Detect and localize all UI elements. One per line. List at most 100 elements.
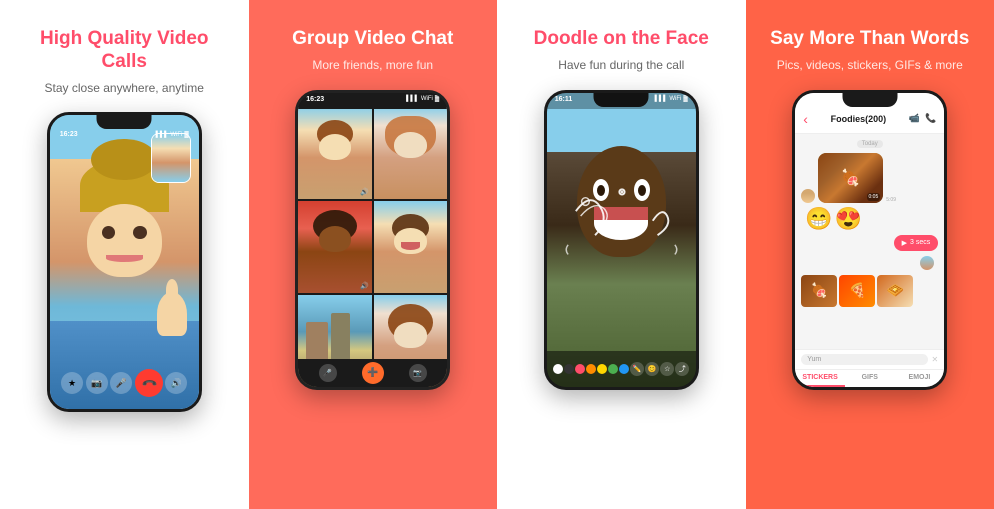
voice-call-icon[interactable]: 📞 bbox=[925, 113, 936, 124]
face-1 bbox=[319, 134, 351, 160]
right-eye bbox=[133, 226, 146, 239]
phone-mockup-2: 16:23 ▌▌▌ WiFi ▓ 🔊 bbox=[295, 90, 450, 390]
sticker-food-1[interactable]: 🍖 bbox=[801, 275, 837, 307]
color-blue[interactable] bbox=[619, 364, 629, 374]
phone-mockup-3: 16:11 ▌▌▌ WiFi ▓ bbox=[544, 90, 699, 390]
group-mic-button[interactable]: 🎤 bbox=[319, 364, 337, 382]
group-cell-4 bbox=[374, 201, 448, 293]
status-time-3: 16:11 bbox=[555, 96, 573, 106]
left-eye bbox=[102, 226, 115, 239]
camera-icon: 📷 bbox=[91, 378, 102, 389]
sticker-food-icon-2: 🍕 bbox=[849, 282, 866, 299]
doodle-tool-eraser[interactable]: ✏️ bbox=[630, 362, 644, 376]
sticker-preview-row: 🍖 🍕 🧇 bbox=[801, 275, 938, 307]
group-cell-1: 🔊 bbox=[298, 107, 372, 199]
panel-messaging: Say More Than Words Pics, videos, sticke… bbox=[746, 0, 994, 509]
group-camera-button[interactable]: 📷 bbox=[409, 364, 427, 382]
face-4 bbox=[394, 228, 426, 254]
phone-mockup-1: 16:23 ▌▌▌ WiFi ▓ ★ 📷 🎤 bbox=[47, 112, 202, 412]
camera-button[interactable]: 📷 bbox=[86, 372, 108, 394]
msg-time-1: 5:09 bbox=[886, 197, 896, 203]
sender-avatar bbox=[801, 189, 815, 203]
back-button[interactable]: ‹ bbox=[803, 111, 808, 127]
status-icons-1: ▌▌▌ WiFi ▓ bbox=[156, 131, 189, 138]
tab-emoji[interactable]: EMOJI bbox=[895, 370, 945, 387]
phone-screen-4: ‹ Foodies(200) 📹 📞 Today bbox=[795, 93, 944, 387]
emoji-messages: 😁 😍 bbox=[801, 208, 938, 230]
tab-stickers[interactable]: STICKERS bbox=[795, 370, 845, 387]
group-video-grid: 🔊 🔊 bbox=[298, 93, 447, 387]
video-call-screen: 16:23 ▌▌▌ WiFi ▓ ★ 📷 🎤 bbox=[50, 115, 199, 409]
small-video-pip bbox=[151, 133, 191, 183]
status-bar-3: 16:11 ▌▌▌ WiFi ▓ bbox=[547, 93, 696, 109]
panel-doodle: Doodle on the Face Have fun during the c… bbox=[497, 0, 746, 509]
tab-gifs[interactable]: GIFS bbox=[845, 370, 895, 387]
group-mic-icon: 🎤 bbox=[323, 369, 332, 377]
chat-tabs: STICKERS GIFS EMOJI bbox=[795, 369, 944, 387]
wifi-icon: WiFi bbox=[170, 132, 182, 138]
doodle-tool-share[interactable]: ⤴ bbox=[675, 362, 689, 376]
person-3 bbox=[298, 201, 372, 293]
panel-3-title: Doodle on the Face bbox=[534, 28, 709, 51]
color-orange[interactable] bbox=[586, 364, 596, 374]
image-message-1[interactable]: 🍖 0:05 bbox=[818, 153, 883, 203]
panel-video-calls: High Quality Video Calls Stay close anyw… bbox=[0, 0, 249, 509]
volume-indicator-1: 🔊 bbox=[360, 188, 369, 196]
emoji-grinning: 😁 bbox=[805, 208, 832, 230]
color-black[interactable] bbox=[564, 364, 574, 374]
face-2 bbox=[394, 132, 426, 158]
video-call-icon[interactable]: 📹 bbox=[909, 113, 920, 124]
color-yellow[interactable] bbox=[597, 364, 607, 374]
voice-bubble[interactable]: ▶ 3 secs bbox=[894, 235, 939, 251]
battery-icon: ▓ bbox=[184, 132, 188, 138]
sticker-food-icon-3: 🧇 bbox=[887, 282, 904, 299]
status-bar-2: 16:23 ▌▌▌ WiFi ▓ bbox=[298, 93, 447, 109]
group-add-button[interactable]: ➕ bbox=[362, 362, 384, 384]
close-input-button[interactable]: ✕ bbox=[932, 355, 939, 364]
color-red[interactable] bbox=[575, 364, 585, 374]
hat-top bbox=[91, 139, 157, 180]
doodle-tool-shapes[interactable]: ☆ bbox=[660, 362, 674, 376]
emoji-heart-eyes: 😍 bbox=[835, 208, 862, 230]
group-cell-2 bbox=[374, 107, 448, 199]
sticker-food-3[interactable]: 🧇 bbox=[877, 275, 913, 307]
doodle-bg: ✏️ 😊 ☆ ⤴ bbox=[547, 93, 696, 387]
status-icons-3: ▌▌▌ WiFi ▓ bbox=[655, 96, 688, 106]
phone-notch-4 bbox=[842, 93, 897, 107]
msg-content-wrap: 🍖 0:05 bbox=[818, 153, 883, 203]
phone-end-icon: 📞 bbox=[141, 375, 158, 392]
sticker-food-2[interactable]: 🍕 bbox=[839, 275, 875, 307]
group-cell-3: 🔊 bbox=[298, 201, 372, 293]
hand bbox=[157, 292, 187, 336]
color-green[interactable] bbox=[608, 364, 618, 374]
doodle-face bbox=[577, 146, 666, 258]
food-emoji: 🍖 bbox=[841, 168, 861, 188]
chat-input-box[interactable]: Yum bbox=[801, 354, 927, 365]
volume-button[interactable]: 🔊 bbox=[165, 372, 187, 394]
person-4 bbox=[374, 201, 448, 293]
end-call-button[interactable]: 📞 bbox=[135, 369, 163, 397]
group-camera-icon: 📷 bbox=[413, 369, 422, 377]
chat-header-actions: 📹 📞 bbox=[909, 113, 936, 124]
sticker-food-icon-1: 🍖 bbox=[811, 282, 828, 299]
doodle-toolbar: ✏️ 😊 ☆ ⤴ bbox=[547, 351, 696, 387]
signal-icon-2: ▌▌▌ bbox=[406, 96, 419, 106]
star-button[interactable]: ★ bbox=[61, 372, 83, 394]
chat-screen: ‹ Foodies(200) 📹 📞 Today bbox=[795, 93, 944, 387]
face-3 bbox=[319, 226, 351, 252]
sent-msg-wrap: ▶ 3 secs bbox=[894, 235, 939, 251]
voice-message-sent: ▶ 3 secs bbox=[801, 235, 938, 251]
battery-icon-2: ▓ bbox=[435, 96, 439, 106]
panel-1-subtitle: Stay close anywhere, anytime bbox=[45, 80, 204, 97]
chat-messages: Today 🍖 0:05 bbox=[795, 134, 944, 349]
mic-button[interactable]: 🎤 bbox=[110, 372, 132, 394]
phone-screen-1: 16:23 ▌▌▌ WiFi ▓ ★ 📷 🎤 bbox=[50, 115, 199, 409]
doodle-eye-left bbox=[593, 179, 609, 201]
wifi-icon-2: WiFi bbox=[421, 96, 433, 106]
color-white[interactable] bbox=[553, 364, 563, 374]
battery-icon-3: ▓ bbox=[683, 96, 687, 106]
call-controls: ★ 📷 🎤 📞 🔊 bbox=[50, 369, 199, 397]
voice-duration: 3 secs bbox=[910, 239, 930, 246]
signal-icon: ▌▌▌ bbox=[156, 132, 169, 138]
doodle-tool-emoji[interactable]: 😊 bbox=[645, 362, 659, 376]
